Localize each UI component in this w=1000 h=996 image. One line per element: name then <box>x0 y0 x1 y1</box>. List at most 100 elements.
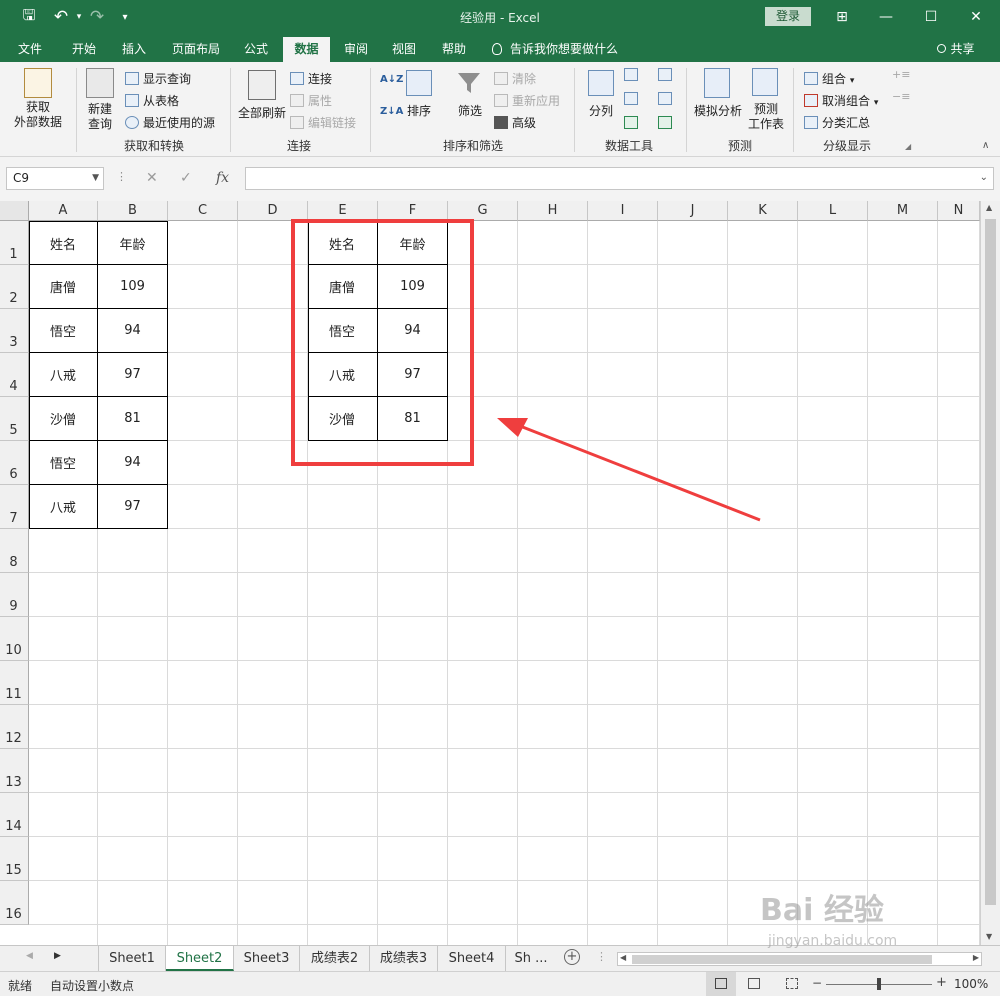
relationships-icon[interactable] <box>658 92 676 106</box>
outline-dialog-launcher-icon[interactable]: ◢ <box>905 142 911 151</box>
zoom-in-icon[interactable]: + <box>936 975 947 990</box>
tab-home[interactable]: 开始 <box>60 37 108 62</box>
left-table-cell[interactable]: 唐僧 <box>29 264 98 309</box>
sheet-tab-more[interactable]: Sh ... <box>506 946 556 971</box>
tab-formulas[interactable]: 公式 <box>234 37 278 62</box>
reapply-button[interactable]: 重新应用 <box>494 92 560 109</box>
row-header-9[interactable]: 9 <box>0 573 29 617</box>
properties-button[interactable]: 属性 <box>290 92 332 109</box>
right-table-header-cell[interactable]: 姓名 <box>308 221 378 265</box>
undo-icon[interactable]: ↶ <box>50 7 72 27</box>
left-table-cell[interactable]: 八戒 <box>29 352 98 397</box>
column-header-m[interactable]: M <box>868 201 938 221</box>
tab-page-layout[interactable]: 页面布局 <box>164 37 228 62</box>
column-header-k[interactable]: K <box>728 201 798 221</box>
scroll-left-icon[interactable]: ◀ <box>620 953 626 962</box>
save-icon[interactable]: 🖫 <box>18 6 40 27</box>
page-break-view-icon[interactable] <box>786 978 798 989</box>
left-table-cell[interactable]: 八戒 <box>29 484 98 529</box>
ungroup-button[interactable]: 取消组合 ▾ <box>804 92 878 109</box>
row-header-10[interactable]: 10 <box>0 617 29 661</box>
vertical-scroll-thumb[interactable] <box>985 219 996 905</box>
chevron-down-icon[interactable]: ▼ <box>92 168 99 189</box>
row-header-7[interactable]: 7 <box>0 485 29 529</box>
row-header-1[interactable]: 1 <box>0 221 29 265</box>
chevron-down-icon[interactable]: ⌄ <box>980 172 988 183</box>
add-sheet-icon[interactable]: + <box>564 949 580 965</box>
consolidate-icon[interactable] <box>658 68 676 82</box>
cancel-icon[interactable]: ✕ <box>146 170 158 186</box>
horizontal-scrollbar[interactable]: ◀ ▶ <box>617 952 982 966</box>
edit-links-button[interactable]: 编辑链接 <box>290 114 356 131</box>
left-table-cell[interactable]: 97 <box>97 484 168 529</box>
sheet-tab-sheet1[interactable]: Sheet1 <box>98 946 166 971</box>
login-button[interactable]: 登录 <box>765 7 811 26</box>
column-header-c[interactable]: C <box>168 201 238 221</box>
left-table-cell[interactable]: 悟空 <box>29 440 98 485</box>
data-validation-icon[interactable] <box>624 116 642 130</box>
row-header-6[interactable]: 6 <box>0 441 29 485</box>
column-header-h[interactable]: H <box>518 201 588 221</box>
column-header-n[interactable]: N <box>938 201 980 221</box>
column-header-l[interactable]: L <box>798 201 868 221</box>
row-header-8[interactable]: 8 <box>0 529 29 573</box>
refresh-all-button[interactable]: 全部刷新 <box>236 104 288 121</box>
left-table-cell[interactable]: 94 <box>97 308 168 353</box>
tab-review[interactable]: 审阅 <box>334 37 378 62</box>
right-table-cell[interactable]: 81 <box>377 396 448 441</box>
scroll-tabs-left-icon[interactable]: ◀ <box>26 951 33 961</box>
show-detail-icon[interactable]: +≡ <box>892 68 910 81</box>
normal-view-icon[interactable] <box>706 972 736 996</box>
column-header-j[interactable]: J <box>658 201 728 221</box>
from-table-button[interactable]: 从表格 <box>125 92 179 109</box>
forecast-sheet-button[interactable]: 预测 工作表 <box>746 102 786 132</box>
column-header-g[interactable]: G <box>448 201 518 221</box>
right-table-header-cell[interactable]: 年龄 <box>377 221 448 265</box>
tab-split-handle[interactable]: ⋮ <box>596 950 607 963</box>
scroll-down-icon[interactable]: ▼ <box>986 932 992 941</box>
collapse-ribbon-icon[interactable]: ∧ <box>982 140 989 151</box>
ribbon-display-options-icon[interactable]: ⊞ <box>832 8 852 26</box>
subtotal-button[interactable]: 分类汇总 <box>804 114 870 131</box>
scroll-right-icon[interactable]: ▶ <box>973 953 979 962</box>
right-table-cell[interactable]: 八戒 <box>308 352 378 397</box>
share-button[interactable]: 共享 <box>928 37 984 62</box>
select-all-corner[interactable] <box>0 201 29 221</box>
get-external-data-button[interactable]: 获取 外部数据 <box>8 100 68 130</box>
sheet-tab-sheet3[interactable]: Sheet3 <box>234 946 300 971</box>
scroll-up-icon[interactable]: ▲ <box>986 203 992 212</box>
manage-data-model-icon[interactable] <box>658 116 676 130</box>
column-header-b[interactable]: B <box>98 201 168 221</box>
left-table-cell[interactable]: 109 <box>97 264 168 309</box>
what-if-analysis-button[interactable]: 模拟分析 <box>692 102 744 119</box>
right-table-cell[interactable]: 109 <box>377 264 448 309</box>
vertical-scrollbar[interactable]: ▲ ▼ <box>980 201 1000 945</box>
clear-button[interactable]: 清除 <box>494 70 536 87</box>
filter-button[interactable]: 筛选 <box>452 102 488 119</box>
tell-me-box[interactable]: 告诉我你想要做什么 <box>492 37 642 62</box>
group-button[interactable]: 组合 ▾ <box>804 70 854 87</box>
row-header-4[interactable]: 4 <box>0 353 29 397</box>
show-query-button[interactable]: 显示查询 <box>125 70 191 87</box>
restore-icon[interactable]: ☐ <box>921 8 941 26</box>
tab-help[interactable]: 帮助 <box>432 37 476 62</box>
right-table-cell[interactable]: 94 <box>377 308 448 353</box>
insert-function-icon[interactable]: fx <box>216 170 229 186</box>
left-table-cell[interactable]: 沙僧 <box>29 396 98 441</box>
sort-ascending-icon[interactable]: A↓Z <box>380 74 403 85</box>
row-header-12[interactable]: 12 <box>0 705 29 749</box>
column-header-e[interactable]: E <box>308 201 378 221</box>
sort-descending-icon[interactable]: Z↓A <box>380 106 403 117</box>
right-table-cell[interactable]: 悟空 <box>308 308 378 353</box>
sort-button[interactable]: 排序 <box>404 102 434 119</box>
sheet-tab-scores2[interactable]: 成绩表2 <box>300 946 370 971</box>
row-header-13[interactable]: 13 <box>0 749 29 793</box>
formula-input[interactable]: ⌄ <box>245 167 994 190</box>
row-header-3[interactable]: 3 <box>0 309 29 353</box>
row-header-14[interactable]: 14 <box>0 793 29 837</box>
left-table-header-cell[interactable]: 姓名 <box>29 221 98 265</box>
left-table-cell[interactable]: 悟空 <box>29 308 98 353</box>
left-table-cell[interactable]: 81 <box>97 396 168 441</box>
column-header-a[interactable]: A <box>29 201 98 221</box>
column-header-d[interactable]: D <box>238 201 308 221</box>
